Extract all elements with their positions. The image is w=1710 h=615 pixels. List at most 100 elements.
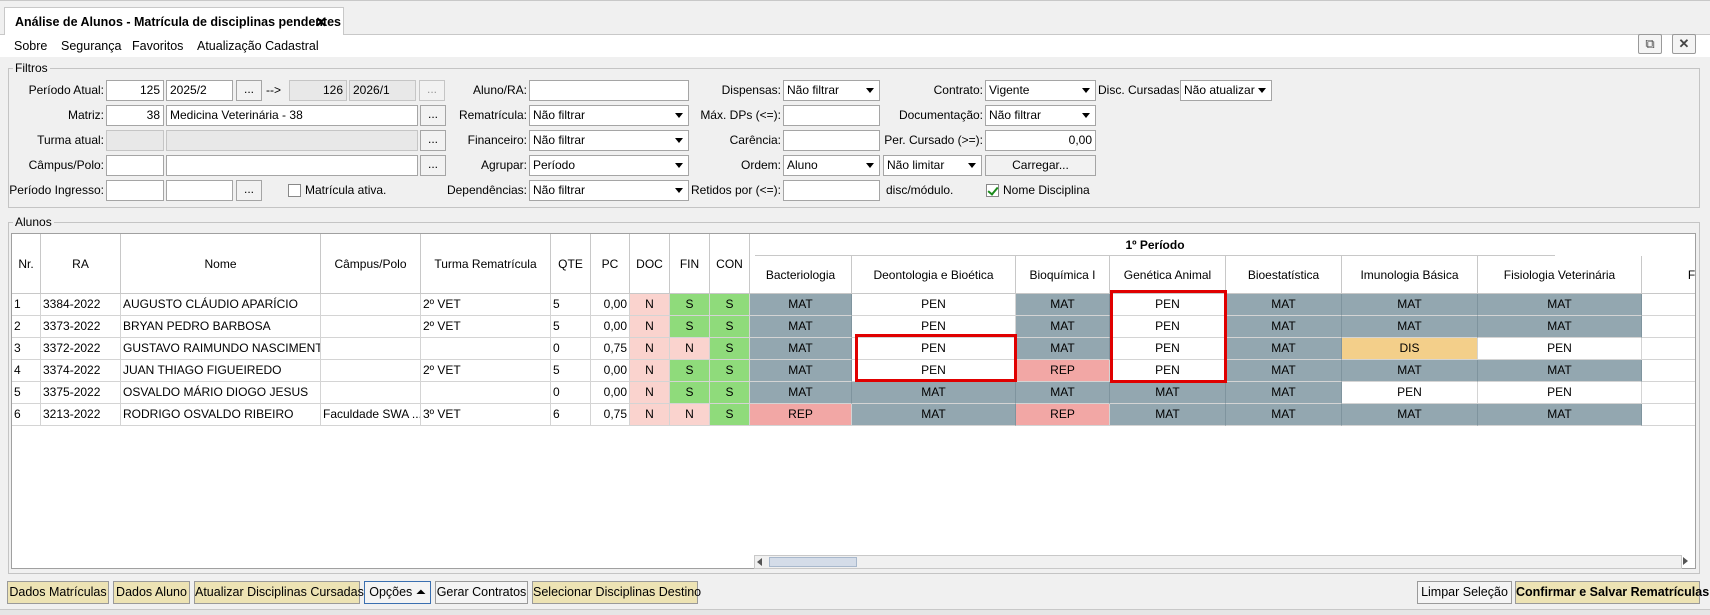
cell-subject-status[interactable]: MAT xyxy=(1478,360,1642,382)
cell-subject-status[interactable]: MAT xyxy=(1342,404,1478,426)
close-window-icon[interactable]: ✕ xyxy=(1672,34,1696,54)
cell-subject-status[interactable]: MAT xyxy=(1226,404,1342,426)
cell-nome[interactable]: AUGUSTO CLÁUDIO APARÍCIO xyxy=(121,294,321,316)
cell-turma[interactable] xyxy=(421,338,551,360)
cell-pc[interactable]: 0,00 xyxy=(591,360,630,382)
menu-sobre[interactable]: Sobre xyxy=(14,39,47,53)
gerar-contratos-button[interactable]: Gerar Contratos xyxy=(435,581,528,604)
cell-subject-status[interactable]: PEN xyxy=(1110,360,1226,382)
column-header-campus[interactable]: Câmpus/Polo xyxy=(321,234,421,294)
subject-header[interactable]: Bacteriologia xyxy=(750,256,852,294)
cell-subject-status[interactable]: MAT xyxy=(750,294,852,316)
cell-con[interactable]: S xyxy=(710,316,750,338)
periodo-atual-lookup-button[interactable]: ... xyxy=(236,80,262,101)
cell-subject-status[interactable] xyxy=(1642,360,1695,382)
menu-seguranca[interactable]: Segurança xyxy=(61,39,121,53)
subject-header[interactable]: Fund xyxy=(1642,256,1695,294)
subject-header[interactable]: Fisiologia Veterinária xyxy=(1478,256,1642,294)
financeiro-select[interactable]: Não filtrar xyxy=(529,130,689,151)
cell-con[interactable]: S xyxy=(710,382,750,404)
cell-subject-status[interactable]: MAT xyxy=(852,404,1016,426)
rematricula-select[interactable]: Não filtrar xyxy=(529,105,689,126)
dados-matriculas-button[interactable]: Dados Matrículas xyxy=(7,581,109,604)
cell-nr[interactable]: 6 xyxy=(12,404,41,426)
cell-subject-status[interactable]: PEN xyxy=(1342,382,1478,404)
per-cursado-input[interactable]: 0,00 xyxy=(985,130,1096,151)
column-header-con[interactable]: CON xyxy=(710,234,750,294)
cell-subject-status[interactable]: MAT xyxy=(1342,294,1478,316)
cell-subject-status[interactable]: PEN xyxy=(1478,382,1642,404)
cell-campus[interactable] xyxy=(321,382,421,404)
cell-subject-status[interactable]: PEN xyxy=(852,338,1016,360)
carregar-button[interactable]: Carregar... xyxy=(985,155,1096,176)
cell-subject-status[interactable]: MAT xyxy=(1016,338,1110,360)
cell-ra[interactable]: 3372-2022 xyxy=(41,338,121,360)
subject-header[interactable]: Bioestatística xyxy=(1226,256,1342,294)
matriz-code-input[interactable]: 38 xyxy=(106,105,164,126)
cell-nome[interactable]: JUAN THIAGO FIGUEIREDO xyxy=(121,360,321,382)
column-header-fin[interactable]: FIN xyxy=(670,234,710,294)
cell-subject-status[interactable] xyxy=(1642,382,1695,404)
cell-subject-status[interactable]: MAT xyxy=(1478,294,1642,316)
cell-subject-status[interactable]: MAT xyxy=(750,382,852,404)
cell-qte[interactable]: 5 xyxy=(551,294,591,316)
opcoes-button[interactable]: Opções ⏶ xyxy=(364,581,431,604)
horizontal-scrollbar[interactable] xyxy=(754,555,1682,569)
cell-subject-status[interactable]: REP xyxy=(750,404,852,426)
documentacao-select[interactable]: Não filtrar xyxy=(985,105,1096,126)
cell-nome[interactable]: RODRIGO OSVALDO RIBEIRO xyxy=(121,404,321,426)
cell-subject-status[interactable]: PEN xyxy=(1110,294,1226,316)
cell-subject-status[interactable]: MAT xyxy=(1110,382,1226,404)
column-header-pc[interactable]: PC xyxy=(591,234,630,294)
cell-fin[interactable]: S xyxy=(670,382,710,404)
cell-subject-status[interactable]: PEN xyxy=(852,360,1016,382)
nome-disciplina-checkbox[interactable] xyxy=(986,184,999,197)
cell-pc[interactable]: 0,75 xyxy=(591,404,630,426)
cell-subject-status[interactable]: MAT xyxy=(750,360,852,382)
cell-nome[interactable]: OSVALDO MÁRIO DIOGO JESUS xyxy=(121,382,321,404)
cell-pc[interactable]: 0,00 xyxy=(591,294,630,316)
cell-con[interactable]: S xyxy=(710,338,750,360)
campus-polo-code-input[interactable] xyxy=(106,155,164,176)
confirmar-salvar-button[interactable]: Confirmar e Salvar Rematrículas xyxy=(1515,581,1709,604)
scroll-left-icon[interactable] xyxy=(757,558,762,566)
periodo-atual-input[interactable]: 2025/2 xyxy=(166,80,233,101)
cell-doc[interactable]: N xyxy=(630,294,670,316)
scroll-right-icon[interactable] xyxy=(1683,557,1688,565)
periodo-atual-code-input[interactable]: 125 xyxy=(106,80,164,101)
cell-subject-status[interactable]: MAT xyxy=(1226,316,1342,338)
limite-select[interactable]: Não limitar xyxy=(883,155,982,176)
menu-favoritos[interactable]: Favoritos xyxy=(132,39,183,53)
dispensas-select[interactable]: Não filtrar xyxy=(783,80,880,101)
cell-subject-status[interactable]: PEN xyxy=(1110,316,1226,338)
cell-subject-status[interactable]: MAT xyxy=(1478,404,1642,426)
cell-nome[interactable]: GUSTAVO RAIMUNDO NASCIMENTO xyxy=(121,338,321,360)
cell-subject-status[interactable]: MAT xyxy=(1110,404,1226,426)
cell-ra[interactable]: 3213-2022 xyxy=(41,404,121,426)
cell-con[interactable]: S xyxy=(710,404,750,426)
tab-close-icon[interactable]: ✕ xyxy=(315,14,327,31)
cell-pc[interactable]: 0,00 xyxy=(591,382,630,404)
cell-nr[interactable]: 5 xyxy=(12,382,41,404)
cell-nr[interactable]: 4 xyxy=(12,360,41,382)
cell-nr[interactable]: 3 xyxy=(12,338,41,360)
disc-cursadas-select[interactable]: Não atualizar xyxy=(1180,80,1272,101)
cell-turma[interactable] xyxy=(421,382,551,404)
cell-subject-status[interactable]: MAT xyxy=(750,316,852,338)
cell-subject-status[interactable]: DIS xyxy=(1342,338,1478,360)
column-header-turma[interactable]: Turma Rematrícula xyxy=(421,234,551,294)
cell-fin[interactable]: S xyxy=(670,294,710,316)
cell-subject-status[interactable]: MAT xyxy=(1478,316,1642,338)
cell-subject-status[interactable]: MAT xyxy=(1016,382,1110,404)
aluno-ra-input[interactable] xyxy=(529,80,689,101)
subject-header[interactable]: Bioquímica I xyxy=(1016,256,1110,294)
cell-ra[interactable]: 3384-2022 xyxy=(41,294,121,316)
cell-subject-status[interactable]: PEN xyxy=(1478,338,1642,360)
cell-turma[interactable]: 2º VET xyxy=(421,360,551,382)
cell-doc[interactable]: N xyxy=(630,316,670,338)
subject-header[interactable]: Genética Animal xyxy=(1110,256,1226,294)
cell-ra[interactable]: 3374-2022 xyxy=(41,360,121,382)
periodo-ingresso-lookup-button[interactable]: ... xyxy=(236,180,262,201)
popout-icon[interactable]: ⧉ xyxy=(1638,34,1662,54)
cell-qte[interactable]: 6 xyxy=(551,404,591,426)
